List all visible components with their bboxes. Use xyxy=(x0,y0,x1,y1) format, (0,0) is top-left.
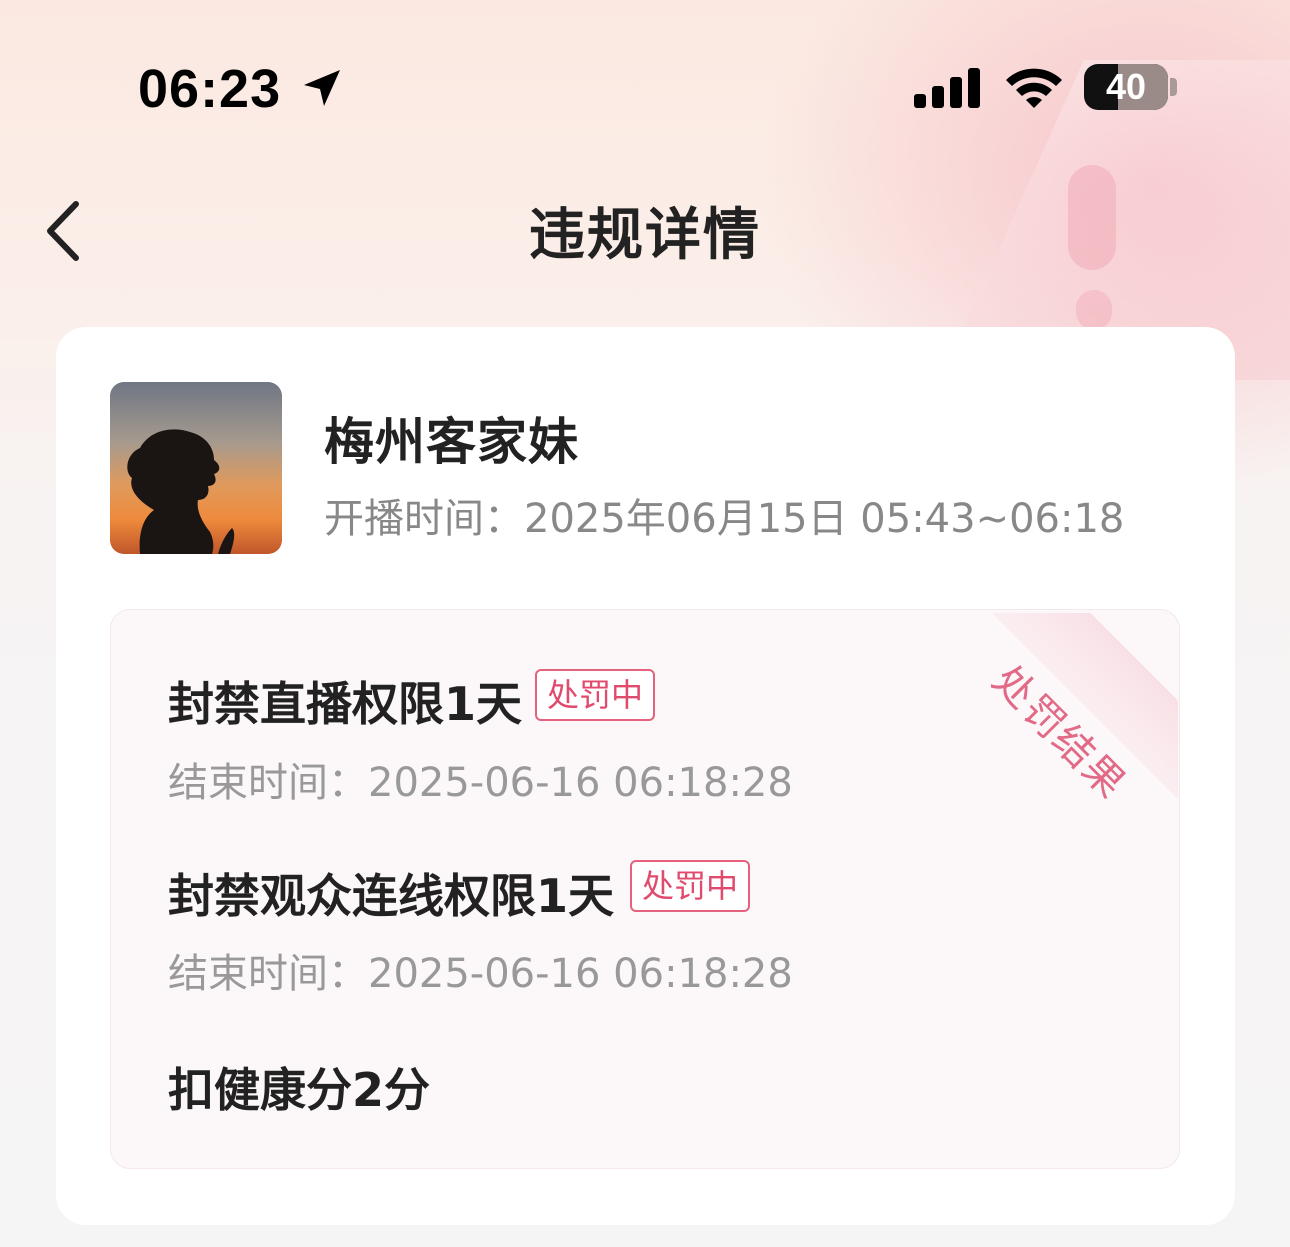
battery-icon: 40 xyxy=(1084,64,1168,110)
avatar-sunset-silhouette-image xyxy=(110,382,282,554)
status-badge: 处罚中 xyxy=(630,860,751,912)
penalty-end-time: 结束时间：2025-06-16 06:18:28 xyxy=(168,760,793,806)
avatar[interactable] xyxy=(110,382,282,554)
wifi-icon xyxy=(1006,68,1062,108)
battery-tip xyxy=(1170,78,1177,96)
penalty-title: 封禁直播权限1天 xyxy=(168,677,523,731)
page-title: 违规详情 xyxy=(529,203,761,268)
location-arrow-icon xyxy=(304,70,340,106)
decorative-background-dot xyxy=(1076,290,1112,330)
live-time: 开播时间：2025年06月15日 05:43~06:18 xyxy=(324,496,1125,542)
signal-icon xyxy=(914,68,980,108)
penalty-title: 封禁观众连线权限1天 xyxy=(168,869,615,923)
penalty-end-time: 结束时间：2025-06-16 06:18:28 xyxy=(168,951,793,997)
status-time: 06:23 xyxy=(138,59,282,119)
username: 梅州客家妹 xyxy=(324,413,579,471)
battery-level: 40 xyxy=(1105,66,1147,107)
health-score-deduction: 扣健康分2分 xyxy=(168,1063,431,1117)
status-badge: 处罚中 xyxy=(535,669,656,721)
